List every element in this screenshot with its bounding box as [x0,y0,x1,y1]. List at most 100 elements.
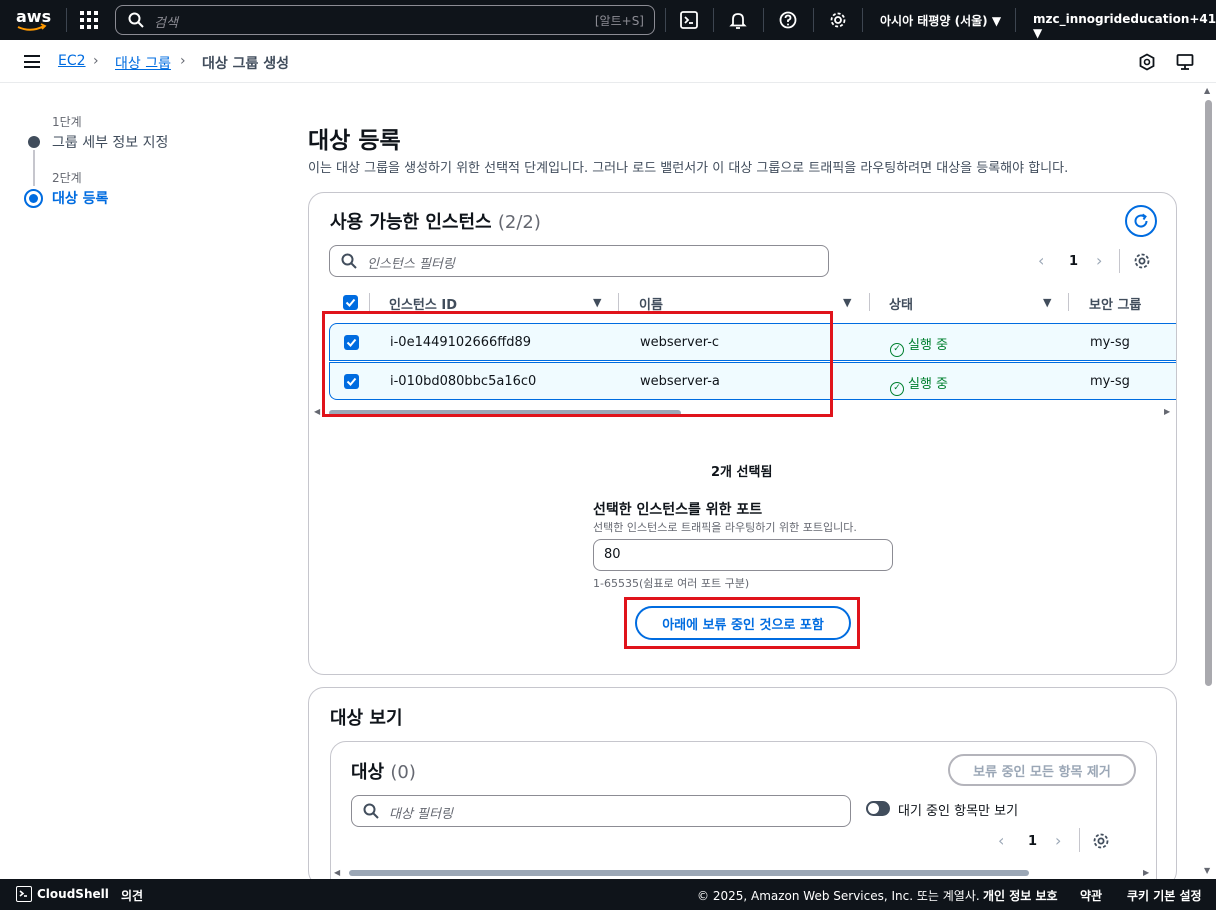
status-text: 실행 중 [908,338,949,353]
settings-gear-icon[interactable] [828,10,848,30]
hexagon-info-icon[interactable] [1137,52,1157,72]
instances-panel-title: 사용 가능한 인스턴스 (2/2) [330,208,541,234]
breadcrumb-target-groups[interactable]: 대상 그룹 [115,53,171,73]
port-label: 선택한 인스턴스를 위한 포트 [593,502,763,518]
breadcrumb-current: 대상 그룹 생성 [202,56,290,72]
pending-only-label: 대기 중인 항목만 보기 [898,804,1019,819]
instance-filter-input[interactable]: 인스턴스 필터링 [329,245,829,277]
global-search-input[interactable]: 검색 [알트+S] [115,5,655,35]
divider [1015,8,1016,32]
pagination-next-icon[interactable]: › [1055,831,1061,850]
scroll-up-icon[interactable]: ▲ [1204,86,1210,95]
available-instances-panel: 사용 가능한 인스턴스 (2/2) 인스턴스 필터링 ‹ 1 › 인스턴스 ID… [308,192,1177,675]
sort-down-icon[interactable]: ▼ [593,296,601,309]
targets-title: 대상 (0) [351,758,416,784]
scroll-left-icon[interactable]: ◀ [314,407,320,416]
divider [665,8,666,32]
table-settings-gear-icon[interactable] [1092,832,1110,850]
include-as-pending-button[interactable]: 아래에 보류 중인 것으로 포함 [635,606,851,640]
step-1-title[interactable]: 그룹 세부 정보 지정 [52,132,168,152]
chevron-right-icon: › [93,53,99,69]
cloudshell-icon[interactable] [16,886,32,902]
remove-all-pending-button[interactable]: 보류 중인 모든 항목 제거 [948,754,1136,786]
pending-only-toggle[interactable] [866,801,890,816]
aws-logo[interactable]: aws [14,6,51,34]
footer-bar: CloudShell 의견 © 2025, Amazon Web Service… [0,879,1216,910]
step-2-label: 2단계 [52,171,82,185]
review-targets-panel: 대상 보기 대상 (0) 보류 중인 모든 항목 제거 대상 필터링 대기 중인… [308,687,1177,901]
security-group-cell: my-sg [1090,374,1130,389]
select-all-checkbox[interactable] [343,295,358,310]
status-cell: ✓ 실행 중 [890,334,948,357]
aws-smile-icon [17,23,47,31]
chevron-right-icon: › [180,53,186,69]
account-menu[interactable]: mzc_innogrideducation+41 ▼ [1033,12,1216,40]
breadcrumb-bar: EC2 › 대상 그룹 › 대상 그룹 생성 [0,40,1216,83]
port-input[interactable]: 80 [593,539,893,571]
search-placeholder: 검색 [154,16,178,31]
pagination-current-page[interactable]: 1 [1069,254,1078,269]
search-icon [341,253,357,269]
footer-feedback-link[interactable]: 의견 [121,887,143,904]
selected-count: 2개 선택됨 [711,465,773,480]
table-settings-gear-icon[interactable] [1133,252,1151,270]
region-selector[interactable]: 아시아 태평양 (서울) ▼ [880,12,1001,29]
scroll-down-icon[interactable]: ▼ [1204,866,1210,875]
column-header-security-group[interactable]: 보안 그룹 [1089,294,1141,313]
menu-hamburger-icon[interactable] [24,55,40,68]
page-vertical-scrollbar[interactable]: ▲ ▼ [1203,86,1213,878]
status-cell: ✓ 실행 중 [890,373,948,396]
instances-count: (2/2) [497,212,541,233]
target-filter-input[interactable]: 대상 필터링 [351,795,851,827]
page-description: 이는 대상 그룹을 생성하기 위한 선택적 단계입니다. 그러나 로드 밸런서가… [308,161,1069,176]
notifications-bell-icon[interactable] [728,10,748,30]
highlight-box-rows [322,311,833,417]
divider [369,293,370,311]
scrollbar-thumb[interactable] [1205,100,1212,686]
divider [713,8,714,32]
target-filter-placeholder: 대상 필터링 [389,807,453,822]
footer-cookies-link[interactable]: 쿠키 기본 설정 [1127,887,1202,904]
step-1-indicator [28,136,40,148]
footer-copyright: © 2025, Amazon Web Services, Inc. 또는 계열사… [697,889,980,903]
screen-feedback-icon[interactable] [1175,52,1195,72]
sort-down-icon[interactable]: ▼ [1043,296,1051,309]
step-2-indicator [24,189,43,208]
step-2-title: 대상 등록 [52,191,109,207]
footer-terms-link[interactable]: 약관 [1080,887,1102,904]
search-shortcut: [알트+S] [594,14,644,28]
divider [813,8,814,32]
targets-table-container: 대상 (0) 보류 중인 모든 항목 제거 대상 필터링 대기 중인 항목만 보… [330,741,1157,901]
sort-down-icon[interactable]: ▼ [843,296,851,309]
pagination-prev-icon[interactable]: ‹ [998,831,1004,850]
footer-privacy-link[interactable]: 개인 정보 보호 [983,887,1058,904]
port-hint: 선택한 인스턴스로 트래픽을 라우팅하기 위한 포트입니다. [593,521,857,534]
divider [1068,293,1069,311]
instances-title-text: 사용 가능한 인스턴스 [330,212,492,233]
scroll-right-icon[interactable]: ▶ [1164,407,1170,416]
breadcrumb-ec2[interactable]: EC2 [58,53,86,69]
cloudshell-icon[interactable] [679,10,699,30]
horizontal-scrollbar[interactable] [349,870,1029,876]
divider [869,293,870,311]
search-icon [363,803,379,819]
targets-title-text: 대상 [351,762,385,783]
pagination-current-page[interactable]: 1 [1028,834,1037,849]
scroll-left-icon[interactable]: ◀ [334,868,340,877]
services-grid-icon[interactable] [80,11,98,29]
refresh-button[interactable] [1125,205,1157,237]
divider [763,8,764,32]
divider [1119,249,1120,273]
pagination-prev-icon[interactable]: ‹ [1038,251,1044,270]
column-header-status[interactable]: 상태 [889,294,913,313]
scroll-right-icon[interactable]: ▶ [1143,868,1149,877]
instance-filter-placeholder: 인스턴스 필터링 [367,257,455,272]
status-text: 실행 중 [908,377,949,392]
checkmark-icon [345,298,356,307]
check-circle-icon: ✓ [890,382,904,396]
divider [66,8,67,32]
footer-cloudshell-link[interactable]: CloudShell [37,887,109,901]
pagination-next-icon[interactable]: › [1096,251,1102,270]
security-group-cell: my-sg [1090,335,1130,350]
help-icon[interactable] [778,10,798,30]
